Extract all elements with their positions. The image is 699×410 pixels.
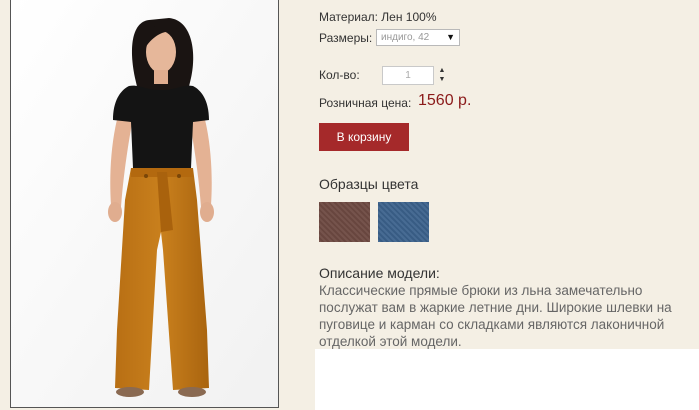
color-samples-title: Образцы цвета [319, 176, 419, 192]
quantity-stepper[interactable]: ▲ ▼ [437, 66, 447, 85]
description-title: Описание модели: [319, 265, 440, 281]
content-bottom-panel [315, 349, 699, 410]
quantity-label: Кол-во: [319, 68, 360, 82]
material-text: Материал: Лен 100% [319, 10, 437, 24]
price-value: 1560 р. [418, 92, 472, 109]
size-select-value: индиго, 42 [381, 32, 430, 43]
model-illustration [11, 0, 278, 407]
quantity-input[interactable]: 1 [382, 66, 434, 85]
price-label: Розничная цена: [319, 96, 412, 110]
add-to-cart-button[interactable]: В корзину [319, 123, 409, 151]
size-select[interactable]: индиго, 42 ▼ [376, 29, 460, 46]
product-photo[interactable] [10, 0, 279, 408]
stepper-up-icon[interactable]: ▲ [437, 66, 447, 75]
stepper-down-icon[interactable]: ▼ [437, 75, 447, 84]
description-text: Классические прямые брюки из льна замеча… [319, 283, 672, 349]
sizes-label: Размеры: [319, 31, 373, 45]
dropdown-arrow-icon: ▼ [446, 32, 455, 42]
color-swatch-blue[interactable] [378, 202, 429, 242]
color-swatch-brown[interactable] [319, 202, 370, 242]
